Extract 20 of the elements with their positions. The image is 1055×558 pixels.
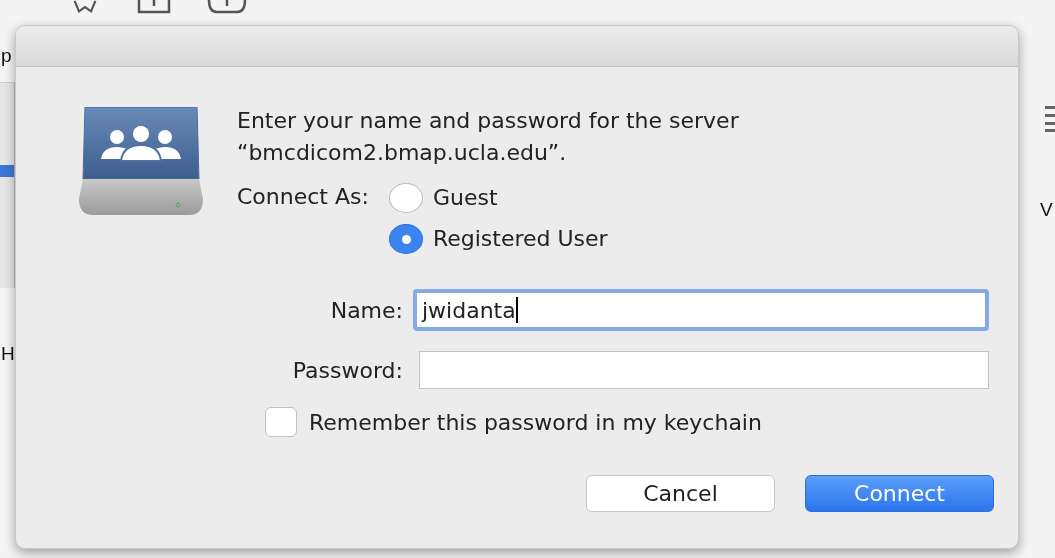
field-label: Name: <box>329 297 403 323</box>
connect-as-label: Connect As: <box>237 183 369 211</box>
radio-button[interactable] <box>388 182 423 213</box>
prompt-message: Enter your name and password for the server “bmcdicom2.bmap.ucla.edu”. <box>237 107 740 167</box>
remember-checkbox-option[interactable]: Remember this password in my keychain <box>265 407 762 437</box>
cancel-button[interactable]: Cancel <box>586 475 775 512</box>
background-text: V <box>1040 200 1053 219</box>
radio-option[interactable]: Registered User <box>388 218 608 259</box>
input-field[interactable]: jwidanta <box>413 289 989 331</box>
menu-icon[interactable] <box>1045 106 1055 132</box>
checkbox[interactable] <box>265 407 297 437</box>
tab-marker <box>0 165 14 177</box>
radio-option[interactable]: Guest <box>388 177 608 218</box>
round-icon[interactable] <box>207 0 247 14</box>
radio-button[interactable] <box>388 223 423 254</box>
field-label: Password: <box>291 357 403 383</box>
background-text: H <box>1 344 15 363</box>
input-field[interactable] <box>419 351 989 389</box>
shared-drive-icon <box>77 107 205 217</box>
background-text: p <box>1 46 12 65</box>
